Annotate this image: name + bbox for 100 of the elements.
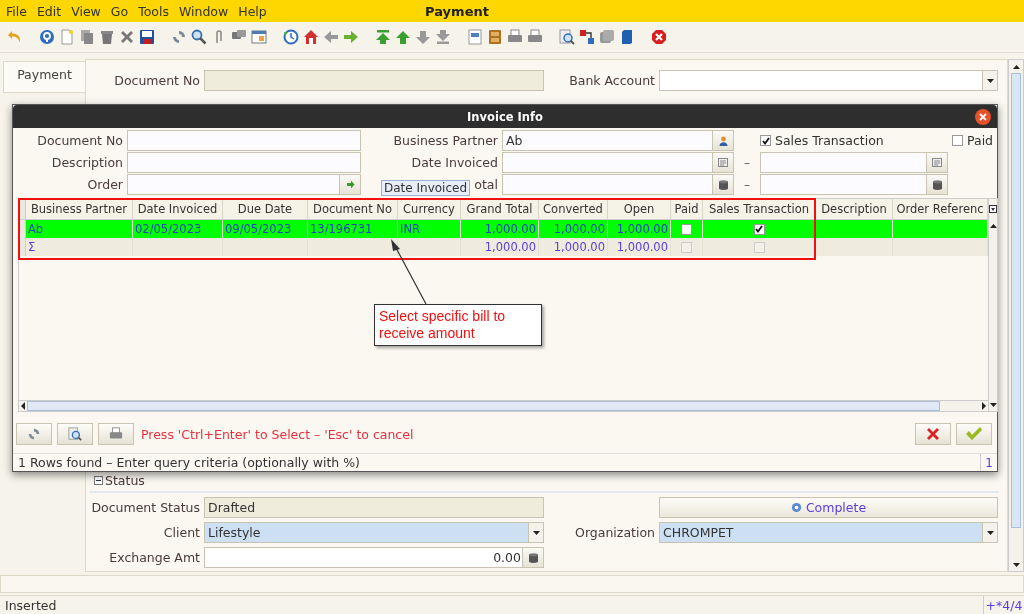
menu-item[interactable]: File	[6, 3, 27, 19]
text-field[interactable]	[127, 130, 361, 152]
column-header[interactable]: Currency	[398, 199, 461, 220]
scroll-up-icon[interactable]	[1012, 64, 1020, 69]
column-header[interactable]: Description	[816, 199, 893, 220]
archive-icon[interactable]	[487, 29, 503, 45]
complete-button[interactable]: Complete	[659, 497, 998, 518]
text-field[interactable]	[127, 152, 361, 174]
column-header[interactable]: Order Referenc	[893, 199, 988, 220]
scroll-up-icon[interactable]	[989, 223, 997, 228]
undo-icon[interactable]	[7, 29, 23, 45]
menu-item[interactable]: Go	[110, 3, 129, 19]
table-row[interactable]: Ab 02/05/2023 09/05/2023 13/196731 INR 1,000.00 1,000.00 1,000.00	[19, 220, 988, 239]
lookup-button[interactable]	[712, 175, 733, 195]
menu-item[interactable]: Edit	[36, 3, 62, 19]
number-field[interactable]	[502, 174, 734, 196]
cross-icon[interactable]	[119, 29, 135, 45]
row-header[interactable]	[19, 238, 26, 257]
up-arrow-icon[interactable]	[395, 29, 411, 45]
column-menu-icon[interactable]	[989, 205, 997, 214]
column-header[interactable]: Date Invoiced	[133, 199, 223, 220]
last-record-icon[interactable]	[435, 29, 451, 45]
zoom-icon[interactable]	[68, 427, 82, 442]
checkbox[interactable]	[753, 241, 765, 253]
lookup-button[interactable]	[339, 175, 360, 195]
column-header[interactable]: Due Date	[223, 199, 308, 220]
search-field[interactable]	[127, 174, 361, 196]
column-header[interactable]: Business Partner	[26, 199, 133, 220]
checkbox[interactable]	[760, 135, 771, 147]
lookup-field[interactable]: Ab	[502, 130, 734, 152]
column-header[interactable]: Paid	[671, 199, 703, 220]
checkbox[interactable]	[681, 223, 692, 235]
checkbox[interactable]	[681, 241, 692, 253]
dropdown-field[interactable]: Lifestyle	[204, 522, 544, 543]
dropdown-field[interactable]	[659, 70, 998, 91]
date-field[interactable]	[502, 152, 734, 174]
collapse-icon[interactable]	[94, 476, 103, 485]
dropdown-button[interactable]	[982, 523, 997, 542]
cube-icon[interactable]	[619, 29, 635, 45]
menu-item[interactable]: Tools	[138, 3, 169, 19]
checkbox[interactable]	[952, 135, 963, 147]
calculator-button[interactable]	[522, 548, 543, 567]
first-record-icon[interactable]	[375, 29, 391, 45]
tab[interactable]: Payment	[3, 61, 85, 93]
number-field[interactable]	[760, 174, 948, 196]
scroll-down-icon[interactable]	[1012, 562, 1020, 567]
workflow-icon[interactable]	[579, 29, 595, 45]
menu-item[interactable]: Help	[238, 3, 267, 19]
right-arrow-icon[interactable]	[343, 29, 359, 45]
refresh-button[interactable]	[16, 423, 52, 446]
help-icon[interactable]	[39, 29, 55, 45]
refresh-icon[interactable]	[27, 427, 41, 442]
stack-icon[interactable]	[599, 29, 615, 45]
search-icon[interactable]	[191, 29, 207, 45]
left-arrow-icon[interactable]	[323, 29, 339, 45]
table-icon[interactable]	[251, 29, 267, 45]
lookup-button[interactable]	[712, 153, 733, 173]
printer-icon[interactable]	[507, 29, 523, 45]
column-header[interactable]: Grand Total	[461, 199, 539, 220]
close-icon[interactable]	[975, 109, 991, 125]
column-header[interactable]: Converted	[539, 199, 608, 220]
print-button[interactable]	[98, 423, 134, 446]
field-label: Bank Account	[568, 73, 655, 88]
column-header[interactable]: Open	[608, 199, 671, 220]
history-icon[interactable]	[283, 29, 299, 45]
lookup-button[interactable]	[712, 131, 733, 151]
dropdown-button[interactable]	[528, 523, 543, 542]
down-arrow-icon[interactable]	[415, 29, 431, 45]
column-header[interactable]: Sales Transaction	[703, 199, 816, 220]
menu-item[interactable]: View	[71, 3, 101, 19]
report-icon[interactable]	[467, 29, 483, 45]
number-field[interactable]: 0.00	[204, 547, 544, 568]
row-header[interactable]	[19, 220, 26, 239]
scrollbar[interactable]	[1008, 59, 1024, 572]
table-cell: 1,000.00	[484, 240, 536, 255]
copy-icon[interactable]	[79, 29, 95, 45]
save-icon[interactable]	[139, 29, 155, 45]
refresh-icon[interactable]	[171, 29, 187, 45]
scroll-down-icon[interactable]	[989, 402, 997, 407]
zoom-button[interactable]	[57, 423, 93, 446]
zoom-icon[interactable]	[559, 29, 575, 45]
dropdown-field[interactable]: CHROMPET	[659, 522, 998, 543]
field-label: Order	[86, 177, 123, 193]
read-only-field[interactable]	[204, 70, 544, 91]
cancel-button[interactable]	[915, 423, 951, 446]
menu-item[interactable]: Window	[178, 3, 229, 19]
column-header[interactable]: Document No	[308, 199, 398, 220]
ok-button[interactable]	[956, 423, 992, 446]
lookup-button[interactable]	[926, 175, 947, 195]
printer-icon[interactable]	[527, 29, 543, 45]
window-title: Payment	[425, 3, 489, 19]
dropdown-button[interactable]	[982, 71, 997, 90]
checkbox[interactable]	[753, 223, 765, 235]
lookup-button[interactable]	[926, 153, 947, 173]
home-icon[interactable]	[303, 29, 319, 45]
read-only-field[interactable]: Drafted	[204, 497, 544, 518]
date-field[interactable]	[760, 152, 948, 174]
scrollbar[interactable]	[19, 400, 988, 412]
scrollbar[interactable]	[989, 198, 998, 413]
delete-icon[interactable]	[99, 29, 115, 45]
